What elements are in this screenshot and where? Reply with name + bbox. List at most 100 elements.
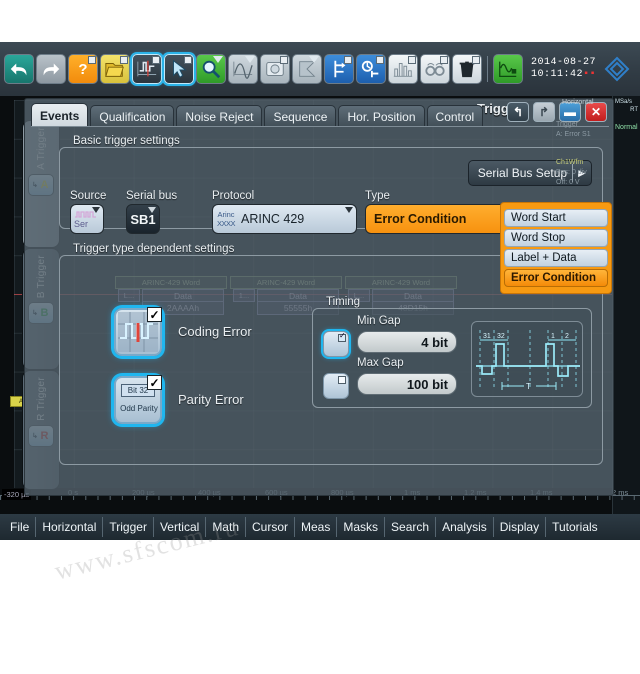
source-dropdown-arrow-icon	[92, 207, 100, 213]
menu-cursor[interactable]: Cursor	[246, 517, 296, 537]
zoom-icon[interactable]	[196, 54, 226, 84]
right-info-panel: MSa/s RT Normal	[612, 96, 640, 514]
serial-bus-dropdown-arrow-icon	[148, 207, 156, 213]
menu-file[interactable]: File	[4, 517, 37, 537]
waveform-icon[interactable]	[228, 54, 258, 84]
wfm-offset: Off: 0 V	[556, 179, 580, 186]
wfm-position: Pos: 0 div	[556, 169, 587, 176]
dropdown-item-word-stop[interactable]: Word Stop	[504, 229, 608, 247]
autoset-corner-icon	[152, 56, 160, 64]
histogram-icon[interactable]	[388, 54, 418, 84]
trigger-status-header: Trigger	[556, 121, 578, 128]
type-label: Type	[365, 190, 390, 202]
system-clock: 2014-08-27 10:11:42▪▪	[531, 57, 596, 81]
pointer-corner-icon	[184, 56, 192, 64]
dropdown-item-label-plus-data[interactable]: Label + Data	[504, 249, 608, 267]
svg-text:2: 2	[565, 333, 569, 340]
parity-error-label: Parity Error	[178, 392, 244, 407]
help-icon[interactable]: ?	[68, 54, 98, 84]
channel-wfm-readout: Ch1Wfm Pos: 0 div Off: 0 V	[556, 158, 614, 188]
svg-text:T: T	[526, 382, 531, 391]
flag-icon[interactable]	[292, 54, 322, 84]
parity-error-checkbox[interactable]: ✓	[147, 375, 162, 390]
delete-icon[interactable]	[452, 54, 482, 84]
sample-rate-label: MSa/s	[615, 99, 633, 105]
rt-label: RT	[630, 107, 638, 113]
delete-corner-icon	[472, 56, 480, 64]
source-button[interactable]: Ser	[70, 204, 104, 234]
trigger-status-value: A: Error S1	[556, 131, 591, 138]
tab-control[interactable]: Control	[426, 105, 484, 127]
autoset-icon[interactable]	[132, 54, 162, 84]
screenshot-icon[interactable]	[260, 54, 290, 84]
protocol-value: ARINC 429	[241, 212, 305, 226]
menu-vertical[interactable]: Vertical	[154, 517, 207, 537]
back-button[interactable]: ↰	[507, 102, 529, 122]
coding-error-checkbox[interactable]: ✓	[147, 307, 162, 322]
type-value: Error Condition	[374, 212, 467, 226]
menu-masks[interactable]: Masks	[337, 517, 386, 537]
measure-icon[interactable]	[493, 54, 523, 84]
search-icon[interactable]	[420, 54, 450, 84]
max-gap-value[interactable]: 100 bit	[357, 373, 457, 395]
protocol-dropdown-arrow-icon	[345, 207, 353, 213]
clock-date: 2014-08-27	[531, 57, 597, 68]
tab-events[interactable]: Events	[31, 103, 89, 127]
rohde-schwarz-logo	[604, 56, 630, 82]
min-gap-enable-toggle[interactable]	[323, 331, 349, 357]
undo-icon[interactable]	[4, 54, 34, 84]
timing-label: Timing	[326, 296, 361, 308]
parity-error-toggle[interactable]: Bit 32 Odd Parity ✓	[114, 375, 162, 424]
serial-bus-setup-label: Serial Bus Setup	[477, 166, 568, 180]
max-gap-check-icon	[338, 376, 346, 384]
min-gap-value[interactable]: 4 bit	[357, 331, 457, 353]
help-corner-icon	[88, 56, 96, 64]
menu-tutorials[interactable]: Tutorials	[546, 517, 604, 537]
top-whitespace	[0, 0, 640, 42]
tab-sequence[interactable]: Sequence	[264, 105, 337, 127]
dropdown-item-error-condition[interactable]: Error Condition	[504, 269, 608, 287]
screenshot-corner-icon	[280, 56, 288, 64]
tab-qualification[interactable]: Qualification	[90, 105, 175, 127]
menu-display[interactable]: Display	[494, 517, 547, 537]
wfm-header: Ch1Wfm	[556, 159, 584, 166]
tab-noise-reject[interactable]: Noise Reject	[176, 105, 263, 127]
coding-error-toggle[interactable]: ✓	[114, 307, 162, 356]
timing-panel: Min Gap 4 bit Max Gap 100 bit	[312, 308, 592, 408]
protocol-button[interactable]: Arinc XXXX ARINC 429	[212, 204, 357, 234]
pointer-icon[interactable]	[164, 54, 194, 84]
type-dropdown-menu[interactable]: Word Start Word Stop Label + Data Error …	[500, 202, 612, 294]
timer-icon[interactable]	[356, 54, 386, 84]
tab-separator	[31, 126, 609, 127]
menu-search[interactable]: Search	[385, 517, 437, 537]
arinc-protocol-icon: Arinc XXXX	[217, 210, 236, 228]
forward-button[interactable]: ↱	[533, 102, 555, 122]
time-tick: 2 ms	[612, 488, 629, 497]
menu-trigger[interactable]: Trigger	[103, 517, 154, 537]
source-value: Ser	[74, 218, 89, 229]
menu-math[interactable]: Math	[206, 517, 246, 537]
reference-icon[interactable]	[324, 54, 354, 84]
svg-text:32: 32	[497, 333, 505, 340]
parity-type-label: Odd Parity	[120, 404, 158, 413]
redo-icon[interactable]	[36, 54, 66, 84]
waveform-corner-icon	[245, 56, 255, 63]
trigger-mode-label: Normal	[615, 124, 638, 131]
serial-bus-button[interactable]: SB1	[126, 204, 160, 234]
tab-hor-position[interactable]: Hor. Position	[338, 105, 425, 127]
dependent-settings-label: Trigger type dependent settings	[73, 243, 235, 255]
flag-corner-icon	[309, 56, 319, 63]
protocol-label: Protocol	[212, 190, 255, 202]
serial-bus-value: SB1	[130, 211, 156, 227]
menu-analysis[interactable]: Analysis	[436, 517, 494, 537]
menu-meas[interactable]: Meas	[295, 517, 338, 537]
menu-horizontal[interactable]: Horizontal	[36, 517, 104, 537]
basic-settings-label: Basic trigger settings	[73, 135, 180, 147]
open-folder-icon[interactable]	[100, 54, 130, 84]
clock-suffix: ▪▪	[583, 69, 597, 80]
folder-corner-icon	[120, 56, 128, 64]
max-gap-enable-toggle[interactable]	[323, 373, 349, 399]
svg-text:31: 31	[483, 333, 491, 340]
dropdown-item-word-start[interactable]: Word Start	[504, 209, 608, 227]
coding-error-label: Coding Error	[178, 324, 252, 339]
